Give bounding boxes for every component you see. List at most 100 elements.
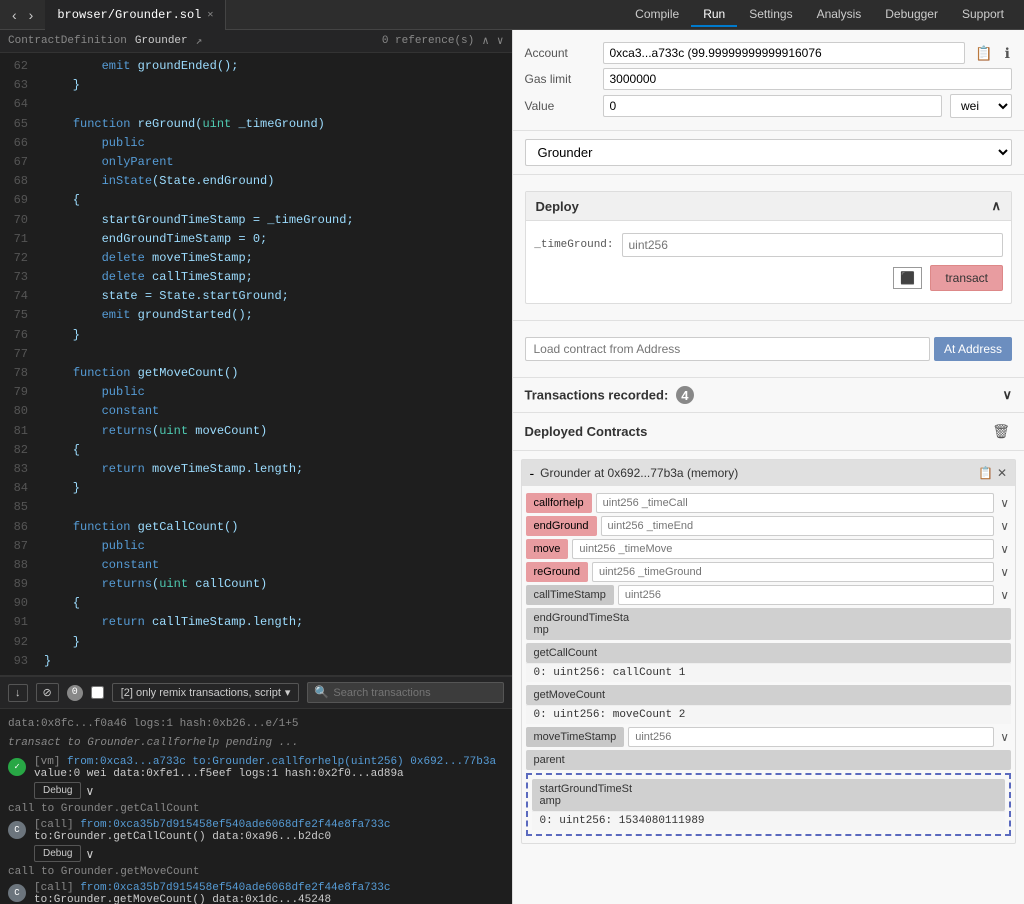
contract-selector[interactable]: Grounder xyxy=(525,139,1013,166)
debug-button[interactable]: Debug xyxy=(34,845,81,862)
transactions-expand-icon: ∨ xyxy=(1002,387,1012,403)
deploy-param-input[interactable] xyxy=(622,233,1004,257)
editor-body[interactable]: 6263646566676869707172737475767778798081… xyxy=(0,53,512,675)
value-input[interactable] xyxy=(603,95,943,117)
deployed-delete-button[interactable]: 🗑 xyxy=(990,421,1012,442)
deploy-body: _timeGround: ⬛ transact xyxy=(526,221,1012,303)
call-label: call to Grounder.getMoveCount xyxy=(8,866,504,878)
editor-panel: ContractDefinition Grounder ↗ 0 referenc… xyxy=(0,30,512,675)
stop-button[interactable]: ⊘ xyxy=(36,683,59,702)
filter-button[interactable]: [2] only remix transactions, script ▾ xyxy=(112,683,300,702)
fn-getcallcount-button[interactable]: getCallCount xyxy=(526,643,1012,663)
fn-reground-button[interactable]: reGround xyxy=(526,562,588,582)
at-address-button[interactable]: At Address xyxy=(934,337,1012,361)
fn-reground-expand[interactable]: ∨ xyxy=(998,565,1011,579)
deployed-contracts-label: Deployed Contracts xyxy=(525,424,648,439)
file-type-label: ContractDefinition xyxy=(8,35,127,47)
transaction-entry: ✓[vm] from:0xca3...a733c to:Grounder.cal… xyxy=(8,756,504,799)
value-row: Value wei gwei ether xyxy=(525,94,1013,118)
fn-move-button[interactable]: move xyxy=(526,539,569,559)
search-box: 🔍 xyxy=(307,682,503,703)
contract-copy-button[interactable]: 📋 xyxy=(978,466,993,480)
fn-movetimestamp-input[interactable] xyxy=(628,727,994,747)
search-icon: 🔍 xyxy=(314,685,329,700)
nav-forward-button[interactable]: › xyxy=(25,5,38,25)
fn-callforhelp-button[interactable]: callforhelp xyxy=(526,493,592,513)
fn-parent-button[interactable]: parent xyxy=(526,750,1012,770)
fn-calltimestamp-expand[interactable]: ∨ xyxy=(998,588,1011,602)
fn-move-row: move ∨ xyxy=(526,539,1012,559)
terminal-badge: 0 xyxy=(67,685,83,701)
tab-settings[interactable]: Settings xyxy=(737,3,804,27)
tab-close-button[interactable]: ✕ xyxy=(207,9,213,21)
line-numbers: 6263646566676869707172737475767778798081… xyxy=(0,53,36,675)
editor-split: ContractDefinition Grounder ↗ 0 referenc… xyxy=(0,30,512,904)
search-input[interactable] xyxy=(333,687,496,699)
fn-endground-expand[interactable]: ∨ xyxy=(998,519,1011,533)
gas-limit-label: Gas limit xyxy=(525,72,595,86)
fn-getmovecount: getMoveCount 0: uint256: moveCount 2 xyxy=(526,685,1012,724)
fn-callforhelp-input[interactable] xyxy=(596,493,995,513)
tx-detail-line2: value:0 wei data:0xfe1...f5eef logs:1 ha… xyxy=(34,768,504,780)
fn-calltimestamp-button[interactable]: callTimeStamp xyxy=(526,585,614,605)
fn-callforhelp-expand[interactable]: ∨ xyxy=(998,496,1011,510)
fn-endground-button[interactable]: endGround xyxy=(526,516,597,536)
account-copy-button[interactable]: 📋 xyxy=(973,43,994,64)
tab-support[interactable]: Support xyxy=(950,3,1016,27)
app-container: ‹ › browser/Grounder.sol ✕ Compile Run S… xyxy=(0,0,1024,904)
load-contract-input[interactable] xyxy=(525,337,930,361)
account-info-button[interactable]: ℹ xyxy=(1003,43,1012,64)
fn-getmovecount-button[interactable]: getMoveCount xyxy=(526,685,1012,705)
deployed-contracts-header: Deployed Contracts 🗑 xyxy=(513,413,1024,451)
deploy-collapse-icon: ∧ xyxy=(991,198,1001,214)
fn-move-expand[interactable]: ∨ xyxy=(998,542,1011,556)
account-label: Account xyxy=(525,46,595,60)
compile-tabs: Compile Run Settings Analysis Debugger S… xyxy=(623,3,1016,27)
fn-movetimestamp-expand[interactable]: ∨ xyxy=(998,730,1011,744)
value-label: Value xyxy=(525,99,595,113)
nav-controls: ‹ › xyxy=(8,5,37,25)
fn-reground: reGround ∨ xyxy=(526,562,1012,582)
contract-remove-button[interactable]: ✕ xyxy=(997,466,1007,480)
checkbox-label xyxy=(91,686,104,699)
top-bar: ‹ › browser/Grounder.sol ✕ Compile Run S… xyxy=(0,0,1024,30)
tx-details: [call] from:0xca35b7d915458ef540ade6068d… xyxy=(34,882,504,904)
tx-detail-line1: [vm] from:0xca3...a733c to:Grounder.call… xyxy=(34,756,504,768)
call-label: call to Grounder.getCallCount xyxy=(8,803,504,815)
fn-endgroundtimestamp-button[interactable]: endGroundTimeStamp xyxy=(526,608,1012,640)
transactions-header[interactable]: Transactions recorded: 4 ∨ xyxy=(513,378,1024,413)
deploy-copy-button[interactable]: ⬛ xyxy=(893,267,922,289)
fn-reground-input[interactable] xyxy=(592,562,994,582)
fn-getmovecount-result: 0: uint256: moveCount 2 xyxy=(526,705,1012,724)
editor-tab[interactable]: browser/Grounder.sol ✕ xyxy=(45,0,226,30)
code-content: emit groundEnded(); } function reGround(… xyxy=(36,53,512,675)
load-contract-section: At Address xyxy=(513,321,1024,378)
debug-button[interactable]: Debug xyxy=(34,782,81,799)
fn-calltimestamp-input[interactable] xyxy=(618,585,994,605)
filter-label: [2] only remix transactions, script xyxy=(121,687,281,699)
fn-movetimestamp-button[interactable]: moveTimeStamp xyxy=(526,727,625,747)
tx-expand-button[interactable]: ∨ xyxy=(85,784,94,798)
tab-debugger[interactable]: Debugger xyxy=(873,3,950,27)
clear-button[interactable]: ↓ xyxy=(8,684,28,702)
tab-analysis[interactable]: Analysis xyxy=(805,3,874,27)
contract-collapse-button[interactable]: - xyxy=(530,465,535,481)
tx-details: [vm] from:0xca3...a733c to:Grounder.call… xyxy=(34,756,504,799)
tab-compile[interactable]: Compile xyxy=(623,3,691,27)
account-input[interactable] xyxy=(603,42,966,64)
deploy-header[interactable]: Deploy ∧ xyxy=(526,192,1012,221)
gas-limit-input[interactable] xyxy=(603,68,1013,90)
transact-button[interactable]: transact xyxy=(930,265,1003,291)
fn-endground-input[interactable] xyxy=(601,516,995,536)
tab-run[interactable]: Run xyxy=(691,3,737,27)
terminal-body[interactable]: data:0x8fc...f0a46 logs:1 hash:0xb26...e… xyxy=(0,709,512,904)
fn-move-input[interactable] xyxy=(572,539,994,559)
fn-startgroundtimestamp-button[interactable]: startGroundTimeStamp xyxy=(532,779,1006,811)
checkbox-input[interactable] xyxy=(91,686,104,699)
fn-getcallcount: getCallCount 0: uint256: callCount 1 xyxy=(526,643,1012,682)
tx-detail-line1: [call] from:0xca35b7d915458ef540ade6068d… xyxy=(34,819,504,831)
tx-expand-button[interactable]: ∨ xyxy=(85,847,94,861)
nav-back-button[interactable]: ‹ xyxy=(8,5,21,25)
refs-label: 0 reference(s) xyxy=(382,35,474,47)
value-unit-select[interactable]: wei gwei ether xyxy=(950,94,1012,118)
